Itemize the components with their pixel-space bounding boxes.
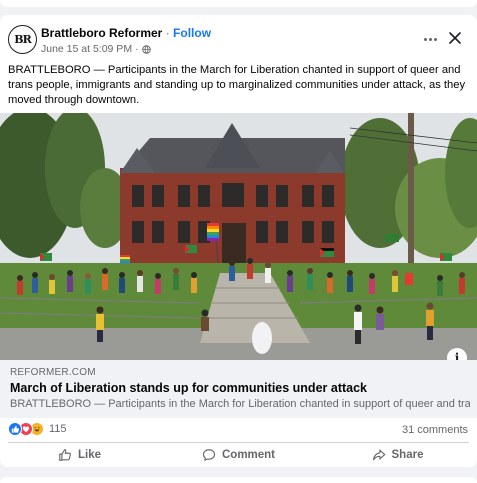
post-photo[interactable] — [0, 113, 477, 360]
page-name-line: Brattleboro Reformer · Follow — [41, 26, 211, 40]
comment-label: Comment — [221, 449, 276, 461]
meta-separator: · — [135, 43, 139, 55]
reactions-summary[interactable]: 115 — [8, 422, 67, 436]
close-icon[interactable] — [446, 29, 464, 47]
next-post-edge — [0, 477, 477, 483]
like-label: Like — [77, 449, 101, 461]
post-body-text: BRATTLEBORO — Participants in the March … — [8, 64, 466, 106]
post-timestamp[interactable]: June 15 at 5:09 PM — [41, 43, 132, 55]
follow-button[interactable]: Follow — [173, 26, 211, 40]
dot-icon — [423, 37, 427, 41]
share-label: Share — [391, 449, 424, 461]
dot-icon — [433, 37, 437, 41]
previous-post-edge — [0, 0, 477, 7]
more-options-button[interactable] — [420, 31, 440, 47]
comment-button[interactable]: Comment — [159, 443, 318, 467]
post-actions: Like Comment Share — [0, 443, 477, 467]
share-arrow-icon — [372, 449, 385, 461]
post-card: BR Brattleboro Reformer · Follow June 15… — [0, 15, 477, 467]
march-photo-illustration — [0, 113, 477, 360]
name-separator: · — [165, 26, 170, 40]
link-domain: REFORMER.COM — [10, 367, 96, 378]
like-icon — [8, 422, 22, 436]
post-meta: June 15 at 5:09 PM · — [41, 43, 151, 55]
comment-bubble-icon — [202, 449, 216, 461]
post-header: BR Brattleboro Reformer · Follow June 15… — [0, 15, 477, 65]
reaction-count: 115 — [49, 423, 67, 435]
dot-icon — [428, 37, 432, 41]
like-button[interactable]: Like — [0, 443, 159, 467]
link-description: BRATTLEBORO — Participants in the March … — [10, 398, 470, 410]
globe-icon — [141, 44, 151, 54]
link-preview[interactable]: REFORMER.COM March of Liberation stands … — [0, 360, 477, 418]
thumbs-up-icon — [59, 449, 71, 461]
share-button[interactable]: Share — [318, 443, 477, 467]
page-avatar[interactable]: BR — [8, 25, 37, 54]
post-stats: 115 31 comments — [0, 418, 477, 440]
link-title[interactable]: March of Liberation stands up for commun… — [10, 381, 367, 395]
page-name-link[interactable]: Brattleboro Reformer — [41, 26, 162, 40]
comments-count[interactable]: 31 comments — [402, 424, 468, 436]
